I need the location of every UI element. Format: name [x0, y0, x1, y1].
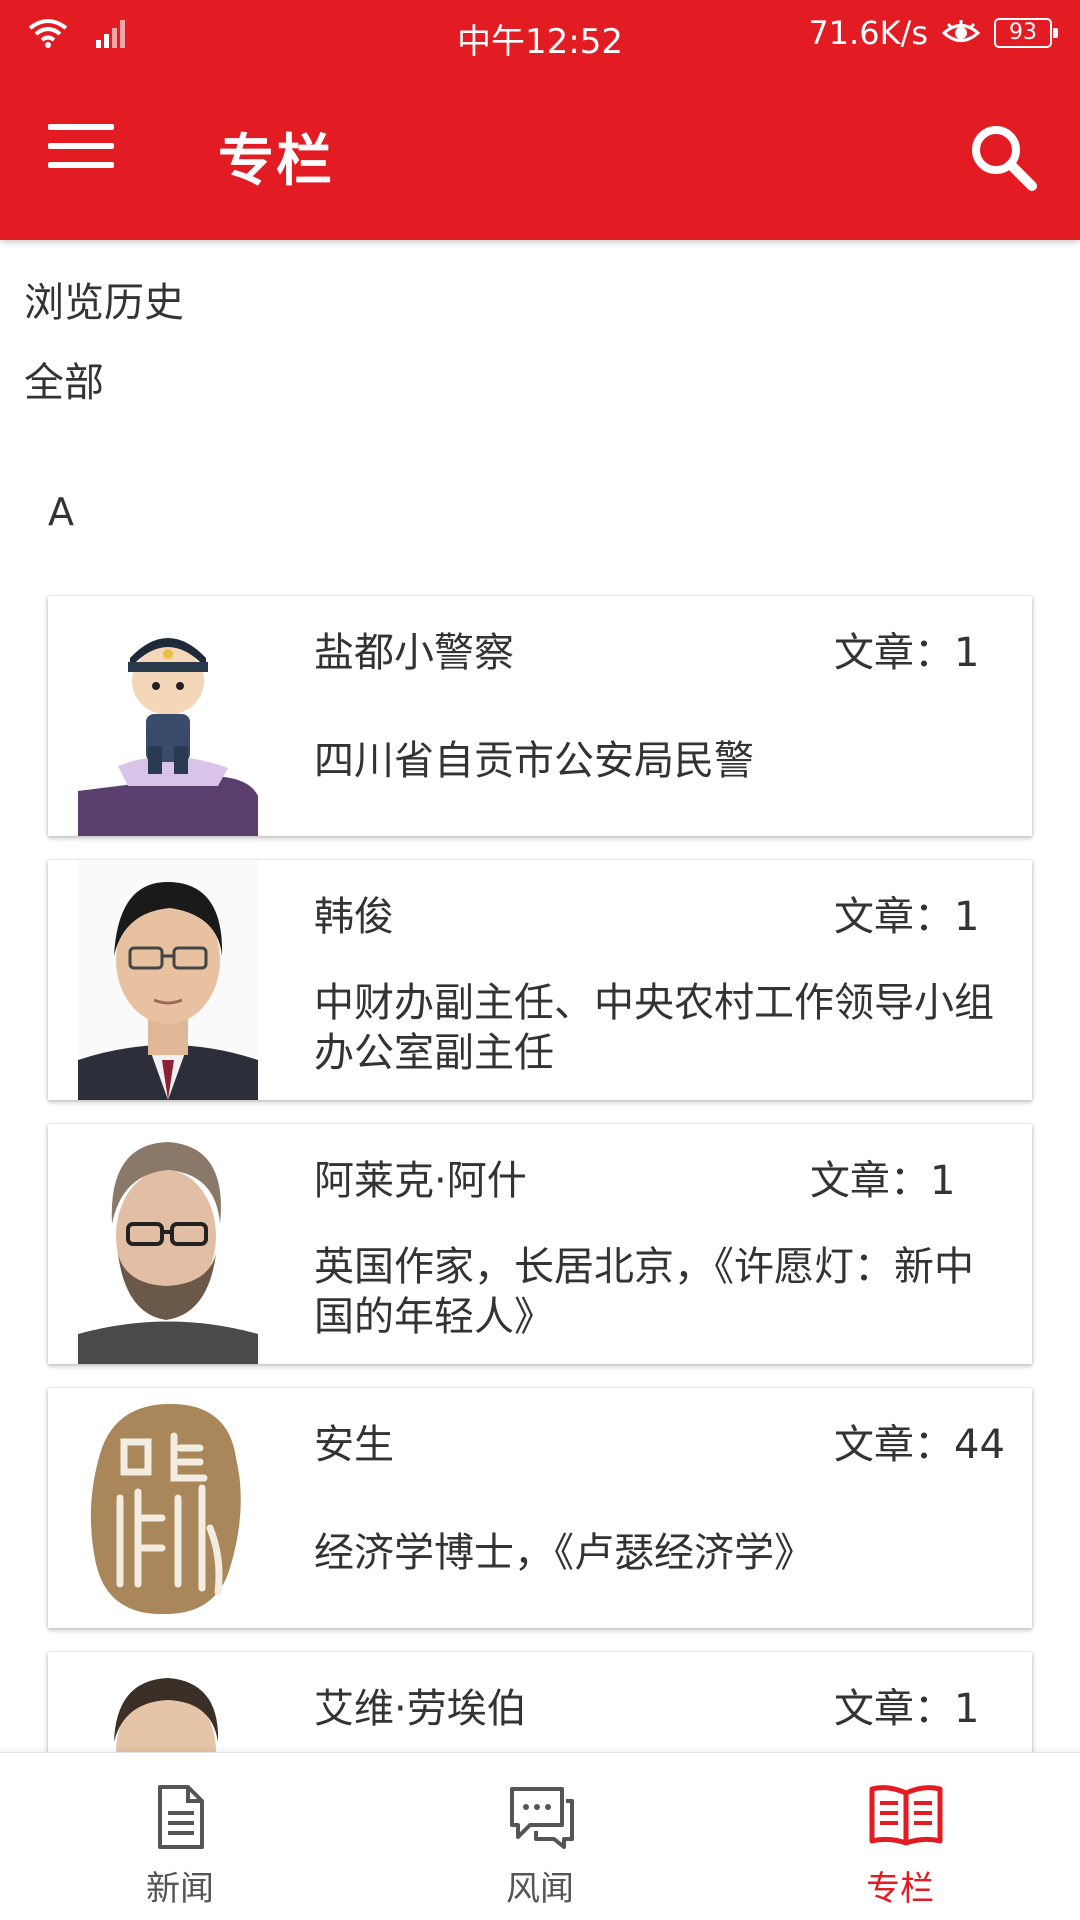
avatar: [78, 1388, 258, 1628]
menu-icon: [48, 124, 114, 130]
tab-news[interactable]: 新闻: [0, 1753, 360, 1920]
columnist-description: 中财办副主任、中央农村工作领导小组办公室副主任: [314, 980, 994, 1076]
man-glasses-avatar: [78, 860, 258, 1100]
app-root: 中午12:52 71.6K/s 93 专栏 浏览历史 全部 A 盐都小警察 文章…: [0, 0, 1080, 1920]
tab-news-label: 新闻: [146, 1869, 214, 1909]
man-avatar: [78, 1652, 258, 1752]
columnist-card[interactable]: 阿莱克·阿什 文章：1 英国作家，长居北京，《许愿灯：新中国的年轻人》: [48, 1124, 1032, 1364]
status-bar: 中午12:52 71.6K/s 93: [0, 0, 1080, 74]
columnist-description: 经济学博士，《卢瑟经济学》: [314, 1530, 814, 1576]
section-letter: A: [48, 490, 74, 534]
article-count: 文章：1: [834, 630, 980, 676]
columnist-name: 艾维·劳埃伯: [314, 1686, 527, 1732]
content-area[interactable]: 浏览历史 全部 A 盐都小警察 文章：1 四川省自贡市公安局民警 韩俊 文章：1…: [0, 240, 1080, 1752]
tab-fengwen[interactable]: 风闻: [360, 1753, 720, 1920]
columnist-description: 四川省自贡市公安局民警: [314, 738, 754, 784]
avatar: [78, 860, 258, 1100]
seal-avatar: [78, 1388, 258, 1628]
avatar: [78, 1652, 258, 1752]
eye-icon: [942, 20, 980, 42]
columnist-card[interactable]: 艾维·劳埃伯 文章：1: [48, 1652, 1032, 1752]
tab-columns[interactable]: 专栏: [720, 1753, 1080, 1920]
columnist-name: 阿莱克·阿什: [314, 1158, 527, 1204]
tab-fengwen-label: 风闻: [506, 1869, 574, 1909]
avatar: [78, 1124, 258, 1364]
page-title: 专栏: [218, 129, 334, 194]
search-button[interactable]: [964, 118, 1044, 198]
all-link[interactable]: 全部: [24, 350, 104, 408]
columnist-card[interactable]: 安生 文章：44 经济学博士，《卢瑟经济学》: [48, 1388, 1032, 1628]
app-toolbar: 专栏: [0, 74, 1080, 240]
columnist-name: 韩俊: [314, 894, 394, 940]
bottom-navigation: 新闻 风闻 专栏: [0, 1752, 1080, 1920]
status-right: 71.6K/s 93: [808, 14, 1058, 52]
book-icon: [869, 1785, 943, 1846]
chat-icon: [510, 1787, 574, 1849]
article-count: 文章：1: [834, 894, 980, 940]
network-speed: 71.6K/s: [808, 14, 928, 52]
bearded-man-avatar: [78, 1124, 258, 1364]
columnist-name: 安生: [314, 1422, 394, 1468]
browse-history-link[interactable]: 浏览历史: [24, 270, 184, 328]
article-count: 文章：1: [834, 1686, 980, 1732]
columnist-card[interactable]: 盐都小警察 文章：1 四川省自贡市公安局民警: [48, 596, 1032, 836]
menu-button[interactable]: [48, 124, 114, 180]
columnist-name: 盐都小警察: [314, 630, 514, 676]
article-count: 文章：44: [834, 1422, 1005, 1468]
document-icon: [158, 1785, 204, 1849]
tab-columns-label: 专栏: [866, 1869, 934, 1909]
battery-indicator: 93: [994, 18, 1058, 48]
avatar: [78, 596, 258, 836]
article-count: 文章：1: [810, 1158, 956, 1204]
columnist-card[interactable]: 韩俊 文章：1 中财办副主任、中央农村工作领导小组办公室副主任: [48, 860, 1032, 1100]
columnist-description: 英国作家，长居北京，《许愿灯：新中国的年轻人》: [314, 1244, 974, 1340]
police-cartoon-avatar: [78, 596, 258, 836]
search-icon: [972, 126, 1037, 191]
